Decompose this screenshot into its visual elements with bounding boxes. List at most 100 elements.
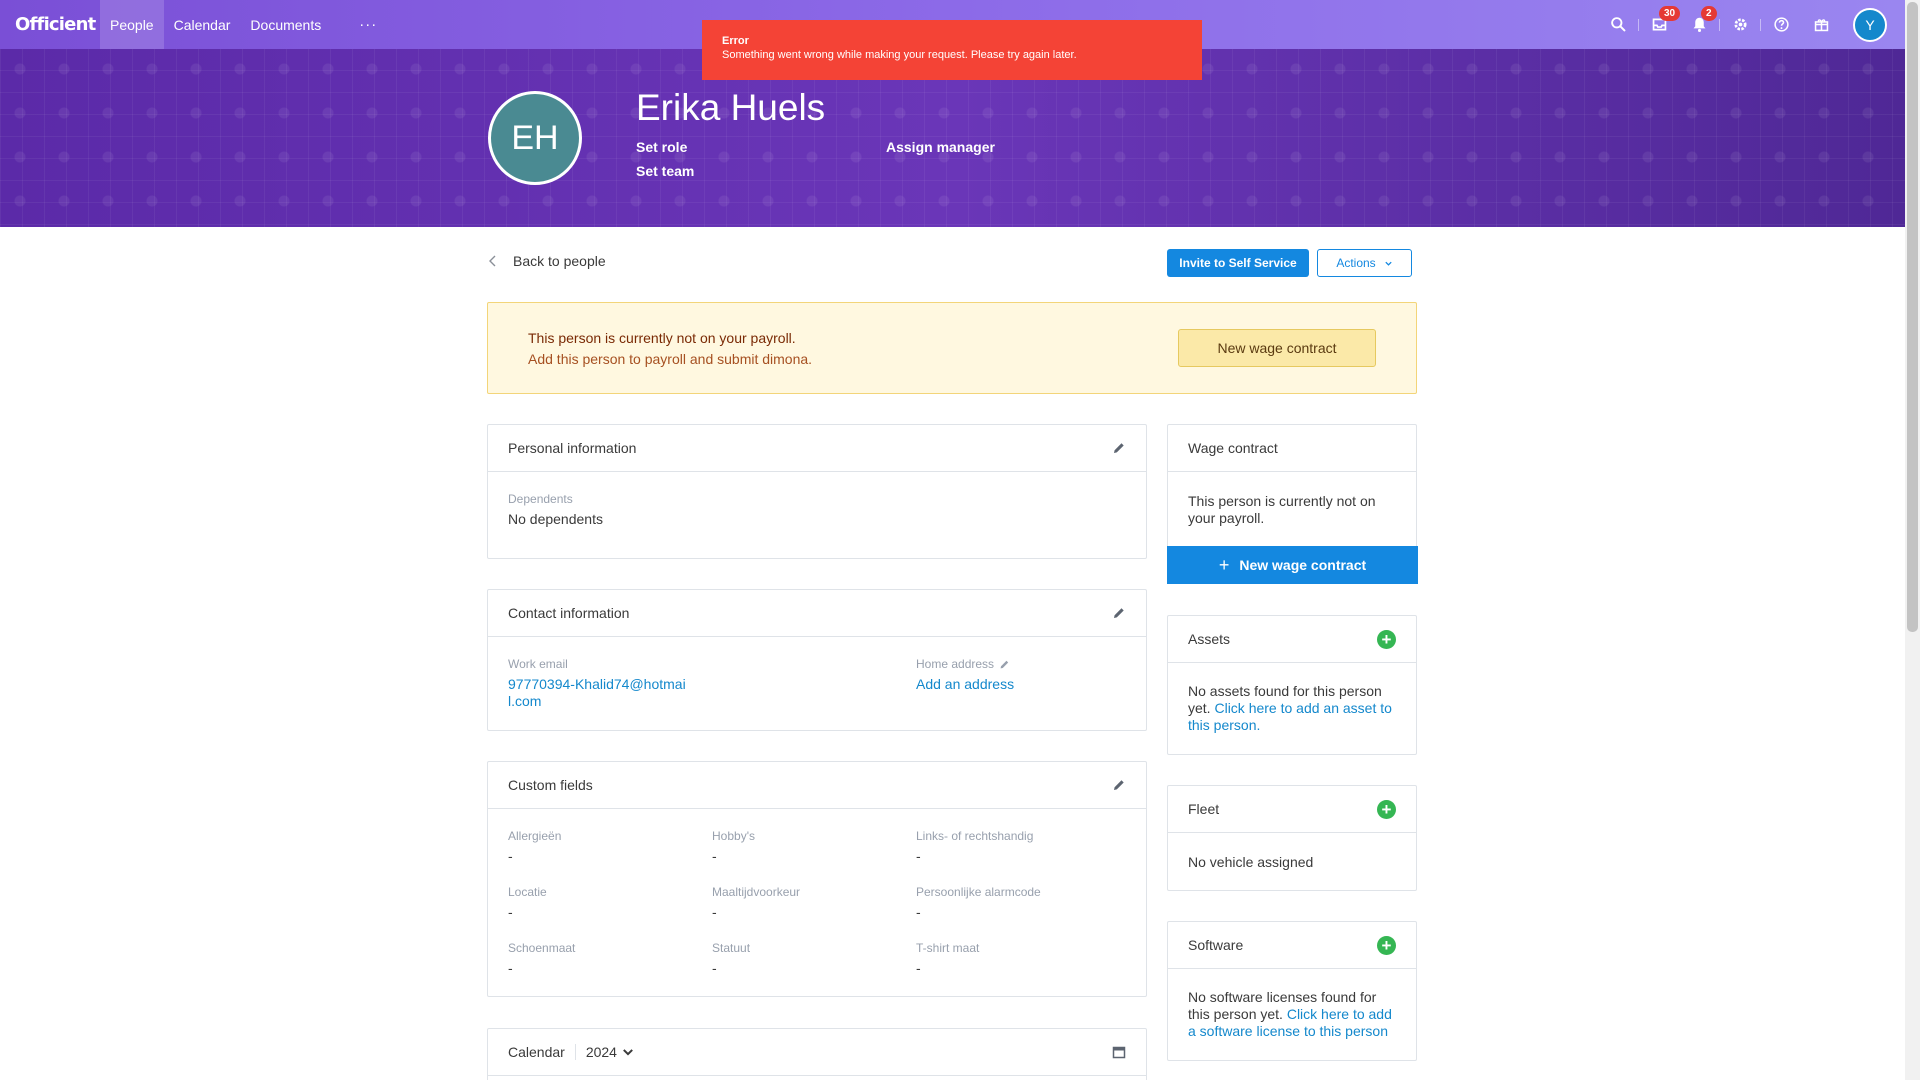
profile-avatar[interactable]: EH [488, 91, 582, 185]
toast-message: Something went wrong while making your r… [722, 49, 1077, 61]
back-to-people-link[interactable]: Back to people [487, 253, 606, 269]
warning-title: This person is currently not on your pay… [528, 330, 796, 346]
fleet-card: Fleet + No vehicle assigned [1167, 785, 1417, 891]
officient-logo[interactable]: Officient [15, 14, 100, 35]
invite-self-service-button[interactable]: Invite to Self Service [1167, 249, 1309, 277]
custom-field-label: Links- of rechtshandig [916, 829, 1034, 843]
back-label: Back to people [513, 253, 606, 269]
search-button[interactable] [1598, 0, 1638, 49]
card-title: Calendar [508, 1044, 565, 1060]
custom-field-value: - [916, 960, 921, 976]
text-line: yet. Click here to add an asset to [1188, 700, 1403, 717]
custom-field-label: T-shirt maat [916, 941, 980, 955]
custom-field-value: - [712, 960, 717, 976]
text-line: this person yet. Click here to add [1188, 1006, 1403, 1023]
card-title: Contact information [508, 605, 630, 621]
card-header: Assets + [1168, 616, 1416, 663]
settings-button[interactable] [1720, 0, 1760, 49]
error-toast[interactable]: Error Something went wrong while making … [702, 20, 1202, 80]
add-asset-link[interactable]: Click here to add an asset to [1214, 700, 1391, 716]
card-header: Wage contract [1168, 425, 1416, 472]
card-title: Wage contract [1188, 440, 1278, 456]
software-text: No software licenses found for this pers… [1188, 989, 1403, 1040]
custom-field-label: Schoenmaat [508, 941, 576, 955]
more-menu-button[interactable]: ··· [349, 0, 387, 49]
card-header: Personal information [488, 425, 1146, 472]
custom-field-label: Statuut [712, 941, 751, 955]
inbox-badge: 30 [1659, 6, 1681, 21]
custom-field-value: - [916, 904, 921, 920]
set-role-link[interactable]: Set role [636, 139, 687, 155]
assign-manager-link[interactable]: Assign manager [886, 139, 995, 155]
custom-field-value: - [916, 848, 921, 864]
text-line: No software licenses found for [1188, 989, 1377, 1005]
add-software-button[interactable]: + [1377, 935, 1396, 955]
card-title: Custom fields [508, 777, 593, 793]
custom-field-value: - [508, 848, 513, 864]
top-right-tools: 30 2 Y [1598, 0, 1887, 49]
help-icon [1773, 17, 1789, 32]
card-title: Personal information [508, 440, 637, 456]
page-scrollbar[interactable] [1905, 0, 1920, 1080]
card-header: Contact information [488, 590, 1146, 637]
pencil-icon[interactable] [1112, 778, 1126, 792]
dependents-label: Dependents [508, 492, 573, 506]
card-title: Software [1188, 937, 1244, 953]
nav-calendar[interactable]: Calendar [164, 0, 241, 49]
custom-field-label: Locatie [508, 885, 547, 899]
contact-information-card: Contact information Work email 97770394-… [487, 589, 1147, 731]
work-email-line: l.com [508, 693, 542, 709]
year-select[interactable]: 2024 [586, 1044, 635, 1060]
scrollbar-thumb[interactable] [1907, 2, 1918, 632]
gift-button[interactable] [1801, 0, 1841, 49]
help-button[interactable] [1761, 0, 1801, 49]
wage-contract-card: Wage contract This person is currently n… [1167, 424, 1418, 584]
work-email-link[interactable]: 97770394-Khalid74@hotmai l.com [508, 676, 686, 710]
notifications-button[interactable]: 2 [1679, 0, 1719, 49]
add-asset-button[interactable]: + [1377, 629, 1396, 649]
custom-field-label: Allergieën [508, 829, 562, 843]
text-line: your payroll. [1188, 510, 1265, 526]
plus-icon: + [1218, 554, 1230, 575]
nav-documents[interactable]: Documents [240, 0, 331, 49]
home-address-label: Home address [916, 657, 995, 671]
custom-field-label: Hobby's [712, 829, 755, 843]
calendar-header-left: Calendar 2024 [508, 1044, 635, 1060]
gift-icon [1814, 19, 1828, 32]
gear-icon [1733, 18, 1747, 31]
custom-field-label: Maaltijdvoorkeur [712, 885, 801, 899]
work-email-line: 97770394-Khalid74@hotmai [508, 676, 686, 692]
add-address-link[interactable]: Add an address [916, 676, 1014, 692]
new-wage-contract-warning-button[interactable]: New wage contract [1178, 329, 1376, 367]
pencil-icon[interactable] [999, 659, 1010, 670]
card-title: Assets [1188, 631, 1231, 647]
pencil-icon[interactable] [1112, 606, 1126, 620]
nav-people[interactable]: People [100, 0, 164, 49]
assets-text: No assets found for this person yet. Cli… [1188, 683, 1403, 734]
custom-fields-card: Custom fields Allergieën - Hobby's - Lin… [487, 761, 1147, 997]
calendar-card: Calendar 2024 [487, 1028, 1147, 1080]
text-span: this person yet. [1188, 1006, 1283, 1022]
actions-dropdown[interactable]: Actions [1317, 249, 1412, 277]
new-wage-contract-button[interactable]: + New wage contract [1167, 546, 1418, 584]
text-line: No assets found for this person [1188, 683, 1382, 699]
inbox-button[interactable]: 30 [1639, 0, 1681, 49]
assets-card: Assets + No assets found for this person… [1167, 615, 1417, 755]
year-value: 2024 [585, 1044, 617, 1060]
card-header: Software + [1168, 922, 1416, 969]
custom-field-value: - [508, 904, 513, 920]
add-asset-link[interactable]: this person. [1188, 717, 1403, 734]
calendar-icon[interactable] [1112, 1045, 1126, 1059]
pencil-icon[interactable] [1112, 441, 1126, 455]
set-team-link[interactable]: Set team [636, 163, 694, 179]
work-email-label: Work email [508, 657, 568, 671]
divider [574, 1044, 576, 1060]
add-software-link[interactable]: a software license to this person [1188, 1023, 1403, 1040]
actions-label: Actions [1336, 256, 1376, 270]
warning-subtitle: Add this person to payroll and submit di… [528, 351, 813, 367]
user-avatar[interactable]: Y [1853, 7, 1887, 42]
home-address-label-row: Home address [916, 657, 1010, 671]
add-vehicle-button[interactable]: + [1377, 799, 1396, 819]
text-span: yet. [1188, 700, 1211, 716]
add-software-link[interactable]: Click here to add [1287, 1006, 1392, 1022]
